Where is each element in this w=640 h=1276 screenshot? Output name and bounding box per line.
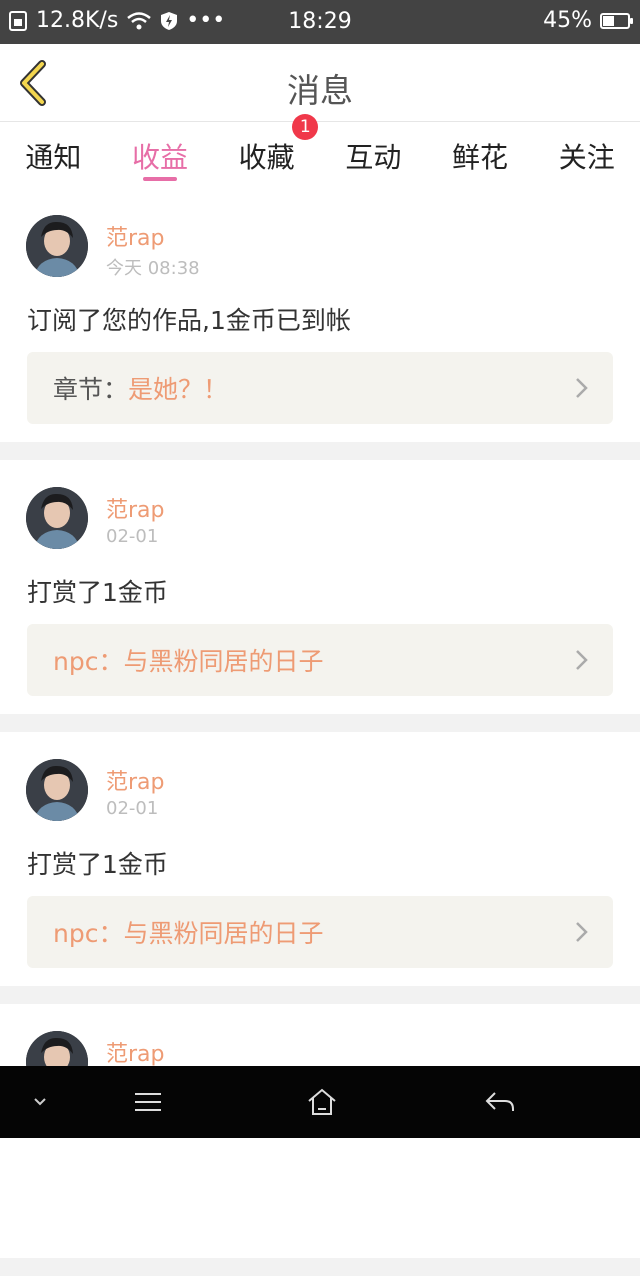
status-bar-right: 45% xyxy=(543,8,633,33)
link-prefix: npc： xyxy=(53,647,124,676)
link-prefix: npc： xyxy=(53,919,124,948)
chevron-right-icon xyxy=(576,378,588,398)
message-text: 打赏了1金币 xyxy=(27,578,168,607)
timestamp: 02-01 xyxy=(106,526,159,547)
tab-interactions[interactable]: 互动 xyxy=(320,122,427,188)
tab-favorites[interactable]: 收藏 1 xyxy=(213,114,320,188)
message-card: 范rap 02-01 打赏了1金币 npc： 与黑粉同居的日子 xyxy=(0,460,640,714)
link-title: 是她？！ xyxy=(128,375,229,404)
menu-button[interactable] xyxy=(126,1066,170,1138)
battery-percent: 45% xyxy=(543,8,592,33)
status-bar: 12.8K/s ••• 18:29 45% xyxy=(0,0,640,44)
sender-name[interactable]: 范rap xyxy=(106,1036,165,1068)
work-link[interactable]: npc： 与黑粉同居的日子 xyxy=(27,624,613,696)
tab-earnings[interactable]: 收益 xyxy=(107,122,214,188)
unread-badge: 1 xyxy=(292,114,319,140)
work-link[interactable]: 章节： 是她？！ xyxy=(27,352,613,424)
chevron-right-icon xyxy=(576,650,588,670)
message-text: 订阅了您的作品,1金币已到帐 xyxy=(27,306,351,335)
message-text: 打赏了1金币 xyxy=(27,850,168,879)
link-title: 与黑粉同居的日子 xyxy=(123,647,324,676)
message-card: 范rap 02-01 打赏了1金币 npc： 与黑粉同居的日子 xyxy=(0,732,640,986)
active-tab-indicator xyxy=(143,177,177,181)
timestamp: 02-01 xyxy=(106,798,159,819)
menu-icon xyxy=(135,1093,161,1111)
collapse-button[interactable] xyxy=(20,1066,60,1138)
link-prefix: 章节： xyxy=(53,375,129,404)
tab-label: 鲜花 xyxy=(452,141,509,174)
sender-name[interactable]: 范rap xyxy=(106,764,165,796)
tab-label: 收藏 xyxy=(238,141,295,174)
page-title: 消息 xyxy=(287,71,353,110)
header: 消息 xyxy=(0,44,640,122)
chevron-right-icon xyxy=(576,922,588,942)
tab-following[interactable]: 关注 xyxy=(533,122,640,188)
tab-label: 互动 xyxy=(345,141,402,174)
avatar[interactable] xyxy=(26,215,88,277)
tab-flowers[interactable]: 鲜花 xyxy=(427,122,534,188)
home-icon xyxy=(308,1088,336,1115)
sender-name[interactable]: 范rap xyxy=(106,492,165,524)
avatar[interactable] xyxy=(26,759,88,821)
tab-notifications[interactable]: 通知 xyxy=(0,122,107,188)
avatar[interactable] xyxy=(26,487,88,549)
tab-label: 通知 xyxy=(25,141,82,174)
tab-label: 关注 xyxy=(558,141,615,174)
back-arrow-icon xyxy=(485,1092,514,1111)
chevron-down-icon xyxy=(34,1098,46,1106)
tab-label: 收益 xyxy=(132,141,189,174)
timestamp: 今天 08:38 xyxy=(106,258,200,279)
sender-name[interactable]: 范rap xyxy=(106,220,165,252)
link-title: 与黑粉同居的日子 xyxy=(123,919,324,948)
system-navigation-bar xyxy=(0,1066,640,1138)
home-button[interactable] xyxy=(298,1066,346,1138)
battery-icon xyxy=(600,12,633,29)
work-link[interactable]: npc： 与黑粉同居的日子 xyxy=(27,896,613,968)
back-system-button[interactable] xyxy=(476,1066,524,1138)
tab-bar: 通知 收益 收藏 1 互动 鲜花 关注 xyxy=(0,114,640,188)
message-card: 范rap 今天 08:38 订阅了您的作品,1金币已到帐 章节： 是她？！ xyxy=(0,188,640,442)
